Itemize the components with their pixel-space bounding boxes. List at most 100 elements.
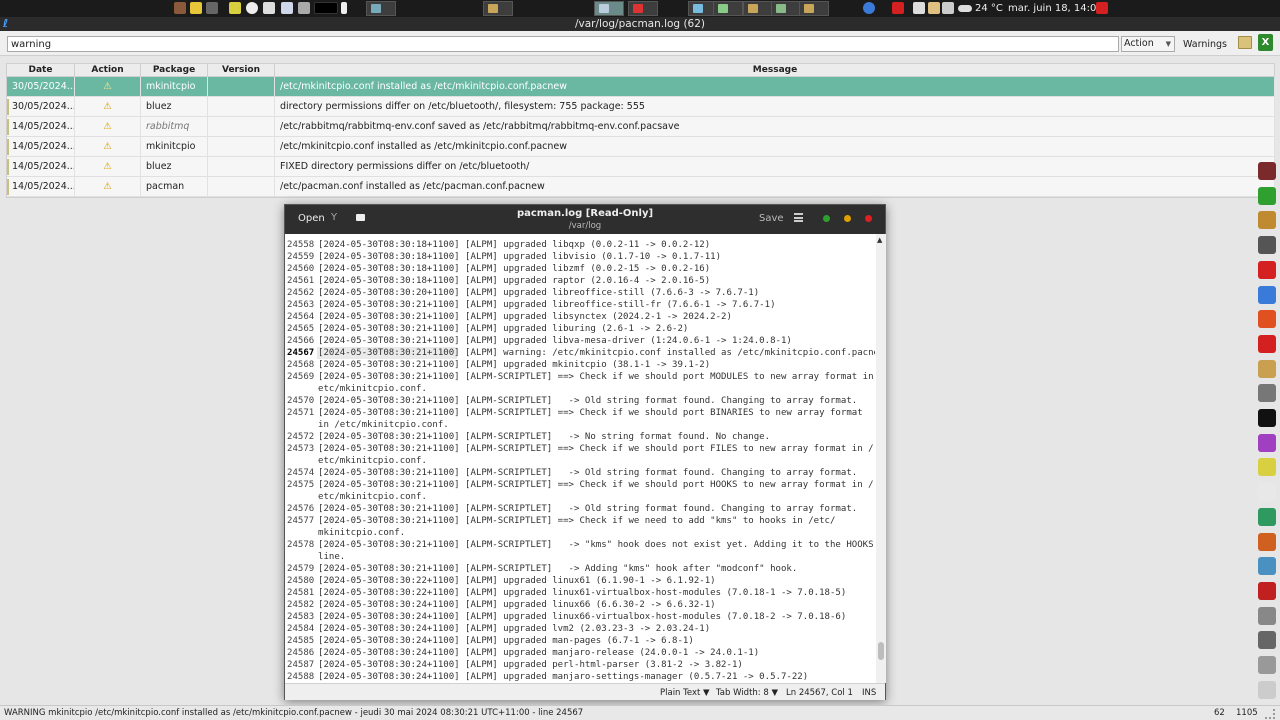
line-text: [2024-05-30T08:30:21+1100] [ALPM-SCRIPTL… [318, 468, 858, 478]
line-number: 24587 [287, 660, 315, 670]
filezilla-icon[interactable] [1258, 334, 1276, 353]
eye-icon[interactable] [1258, 631, 1276, 650]
line-number: 24581 [287, 588, 315, 598]
table-row[interactable]: 14/05/2024... ⚠ pacman/etc/pacman.conf ins… [7, 177, 1275, 197]
vlc-icon[interactable] [1258, 532, 1276, 551]
archive-icon[interactable] [1258, 211, 1276, 230]
taskbar-window[interactable] [771, 1, 801, 16]
search-input[interactable] [7, 36, 1119, 52]
terminal-icon[interactable] [1258, 236, 1276, 255]
spreadsheet-export-icon[interactable]: X [1258, 34, 1273, 51]
editor-line: mkinitcpio.conf. [285, 527, 875, 539]
column-header-action[interactable]: Action [75, 64, 141, 77]
cursor-position[interactable]: Ln 24567, Col 1 [786, 688, 853, 698]
hamburger-menu-icon[interactable] [794, 213, 803, 222]
sticky-icon[interactable] [1258, 680, 1276, 699]
update-icon[interactable] [913, 2, 925, 14]
taskbar-window[interactable] [743, 1, 773, 16]
flask-icon[interactable] [1258, 458, 1276, 477]
save-button[interactable]: Save [759, 213, 784, 224]
clock[interactable]: mar. juin 18, 14:09 [1008, 3, 1103, 14]
line-number: 24574 [287, 468, 315, 478]
taskbar-window[interactable] [483, 1, 513, 16]
language-selector[interactable]: Plain Text ▼ [660, 688, 710, 698]
thunderbird-icon[interactable] [863, 2, 875, 14]
keys-icon[interactable] [1258, 359, 1276, 378]
vivaldi-icon[interactable] [1258, 260, 1276, 279]
minimize-icon[interactable] [844, 215, 851, 222]
taskbar-window[interactable] [713, 1, 743, 16]
cell-date: 14/05/2024... [7, 137, 75, 157]
package-icon[interactable] [928, 2, 940, 14]
column-header-package[interactable]: Package [141, 64, 208, 77]
app-icon[interactable] [206, 2, 218, 14]
taskbar-window[interactable] [628, 1, 658, 16]
column-header-message[interactable]: Message [275, 64, 1275, 77]
tab-width-selector[interactable]: Tab Width: 8 ▼ [716, 688, 778, 698]
window-icon[interactable] [1258, 483, 1276, 502]
flask-icon[interactable] [229, 2, 241, 14]
editor-text-area[interactable]: 24558 [2024-05-30T08:30:18+1100] [ALPM] u… [285, 234, 875, 683]
brave-icon[interactable] [1258, 310, 1276, 329]
editor-line: 24580 [2024-05-30T08:30:22+1100] [ALPM] u… [285, 575, 875, 587]
settings-icon[interactable] [1258, 384, 1276, 403]
firefox-icon[interactable] [1258, 433, 1276, 452]
files-icon[interactable] [281, 2, 293, 14]
column-header-date[interactable]: Date [7, 64, 75, 77]
insert-mode: INS [862, 688, 877, 698]
line-text: [2024-05-30T08:30:22+1100] [ALPM] upgrad… [318, 576, 716, 586]
table-row[interactable]: 14/05/2024... ⚠ mkinitcpio/etc/mkinitcpio.… [7, 137, 1275, 157]
taskbar-window-active[interactable] [594, 1, 624, 16]
editor-line: 24575 [2024-05-30T08:30:21+1100] [ALPM-SC… [285, 479, 875, 491]
line-number: 24571 [287, 408, 315, 418]
disk-icon[interactable] [1258, 606, 1276, 625]
table-row[interactable]: 30/05/2024... ⚠ mkinitcpio/etc/mkinitcpio.… [7, 77, 1275, 97]
warnings-toggle[interactable]: Warnings [1183, 39, 1227, 50]
monitor-icon[interactable] [298, 2, 310, 14]
notes-icon[interactable] [190, 2, 202, 14]
resize-grip-icon[interactable] [1265, 709, 1275, 719]
open-folder-icon[interactable] [1238, 36, 1252, 49]
line-number: 24569 [287, 372, 315, 382]
text-icon[interactable] [1258, 656, 1276, 674]
app-icon[interactable] [1258, 162, 1276, 180]
amazon-icon[interactable] [1258, 409, 1276, 427]
line-text: [2024-05-30T08:30:21+1100] [ALPM-SCRIPTL… [318, 504, 858, 514]
preview-icon[interactable] [314, 2, 338, 14]
taskbar-window[interactable] [366, 1, 396, 16]
warning-icon: ⚠ [75, 177, 141, 197]
close-icon[interactable] [865, 215, 872, 222]
taskbar-window[interactable] [799, 1, 829, 16]
scroll-up-icon[interactable]: ▲ [877, 236, 882, 244]
table-row[interactable]: 30/05/2024... ⚠ bluez directory permissions… [7, 97, 1275, 117]
action-filter-select[interactable]: Action ▼ [1121, 36, 1175, 52]
line-text: [2024-05-30T08:30:21+1100] [ALPM] upgrad… [318, 312, 732, 322]
line-text: line. [318, 552, 346, 562]
shield-icon[interactable] [263, 2, 275, 14]
line-text: [2024-05-30T08:30:21+1100] [ALPM-SCRIPTL… [318, 432, 771, 442]
window-title: /var/log/pacman.log (62) [574, 18, 705, 30]
launcher-icon[interactable] [174, 2, 186, 14]
maximize-icon[interactable] [823, 215, 830, 222]
line-number: 24559 [287, 252, 315, 262]
table-row[interactable]: 14/05/2024... ⚠ bluez FIXED directory permi… [7, 157, 1275, 177]
trash-icon[interactable] [1258, 186, 1276, 205]
line-number: 24564 [287, 312, 315, 322]
home-icon[interactable] [942, 2, 954, 14]
notification-icon[interactable] [1096, 2, 1108, 14]
thunderbird-icon[interactable] [1258, 285, 1276, 304]
vivaldi-icon[interactable] [892, 2, 904, 14]
line-number: 24568 [287, 360, 315, 370]
filezilla-icon[interactable] [1258, 581, 1276, 600]
status-bar: WARNING mkinitcpio /etc/mkinitcpio.conf … [0, 705, 1280, 720]
editor-line: 24570 [2024-05-30T08:30:21+1100] [ALPM-SC… [285, 395, 875, 407]
weather-widget[interactable]: 24 °C [958, 3, 1003, 14]
line-text: etc/mkinitcpio.conf. [318, 456, 427, 466]
edge-icon[interactable] [1258, 507, 1276, 526]
table-row[interactable]: 14/05/2024... ⚠ rabbitmq/etc/rabbitmq/rabb… [7, 117, 1275, 137]
remote-icon[interactable] [1258, 557, 1276, 576]
column-header-version[interactable]: Version [208, 64, 275, 77]
editor-scrollbar[interactable]: ▲ [876, 234, 886, 683]
scrollbar-thumb[interactable] [878, 642, 884, 660]
clock-icon[interactable] [246, 2, 258, 14]
